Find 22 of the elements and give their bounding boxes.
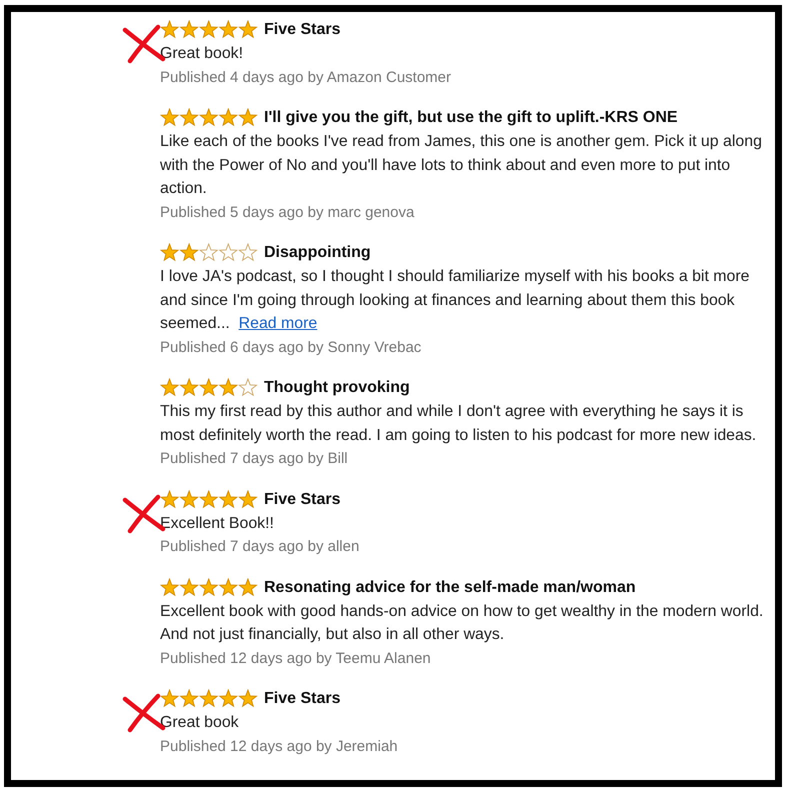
review-byline: Published 4 days ago by Amazon Customer (160, 68, 452, 88)
review-text: This my first read by this author and while I don't agree with everything he says it is most definitely worth the read. I am going to listen to his podcast for more new ideas. (160, 402, 758, 446)
review-byline: Published 7 days ago by allen (160, 537, 360, 557)
review-title: Five Stars (264, 690, 340, 708)
review-text: I love JA's podcast, so I thought I should familiarize myself with his books a bit more and since I'm going through looking at finances and learning about them this book seemed... Read more (160, 267, 750, 334)
review-byline: Published 5 days ago by marc genova (160, 202, 416, 222)
review-text: Great book! (160, 44, 244, 64)
review-title: Resonating advice for the self-made man/woman (264, 578, 636, 596)
review-byline: Published 7 days ago by Bill (160, 449, 349, 469)
review-text: Excellent Book!! (160, 514, 275, 534)
review-title: I'll give you the gift, but use the gift to uplift.-KRS ONE (264, 109, 678, 127)
review-text: Great book (160, 713, 240, 733)
review-text: Excellent book with good hands-on advice on how to get wealthy in the modern world. And not just financially, but also in all other ways. (160, 602, 764, 645)
review-text: Like each of the books I've read from James, this one is another gem. Pick it up along with the Power of No and you'll have lots to think about and even more to put into action. (160, 132, 763, 199)
review-title: Thought provoking (264, 379, 410, 397)
review-title: Five Stars (264, 21, 340, 39)
review-byline: Published 12 days ago by Teemu Alanen (160, 648, 432, 668)
review-title: Five Stars (264, 490, 340, 508)
review-title: Disappointing (264, 244, 371, 262)
read-more-link[interactable]: Read more (238, 315, 318, 332)
review-byline: Published 12 days ago by Jeremiah (160, 736, 399, 756)
review-byline: Published 6 days ago by Sonny Vrebac (160, 338, 422, 358)
